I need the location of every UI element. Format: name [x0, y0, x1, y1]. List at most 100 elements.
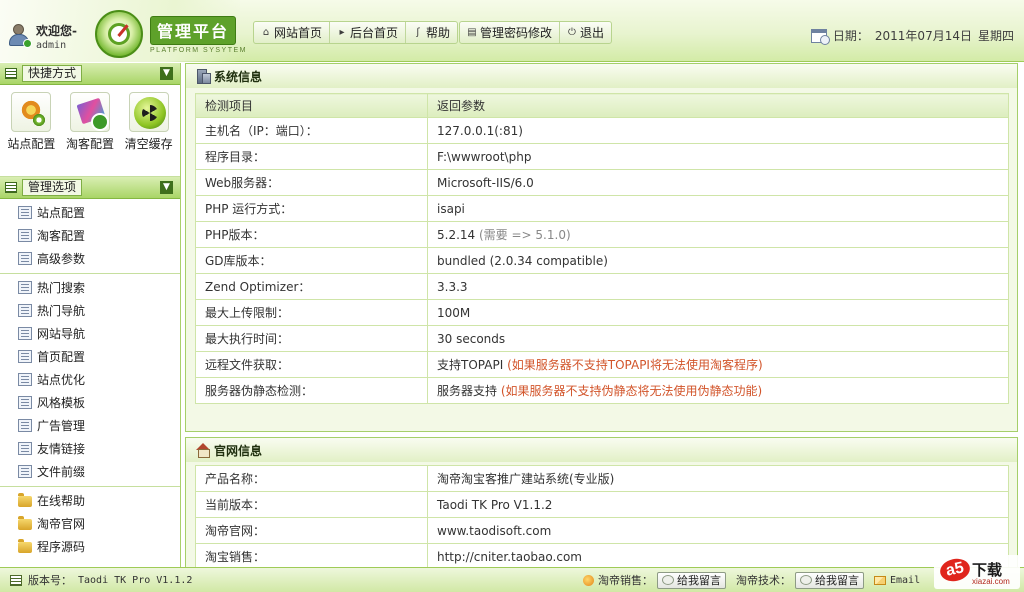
- warning-note: (如果服务器不支持伪静态将无法使用伪静态功能): [500, 384, 763, 398]
- sales-label: 淘帝销售：: [598, 574, 653, 587]
- folder-icon: [18, 493, 32, 507]
- table-row: GD库版本： bundled (2.0.34 compatible): [195, 247, 1009, 274]
- taobao-store-link[interactable]: http://cniter.taobao.com: [427, 543, 1009, 567]
- shortcut-site-config[interactable]: 站点配置: [3, 92, 59, 176]
- nav-admin-home[interactable]: ▸ 后台首页: [330, 22, 407, 43]
- top-header: 欢迎您- admin 管理平台 PLATFORM SYSYTEM ⌂ 网站首页 …: [0, 0, 1024, 62]
- table-row: 远程文件获取： 支持TOPAPI (如果服务器不支持TOPAPI将无法使用淘客程序…: [195, 351, 1009, 378]
- welcome-block: 欢迎您- admin: [8, 22, 77, 51]
- account-nav: ▤ 管理密码修改 ⏻ 退出: [459, 21, 613, 44]
- nav-change-password[interactable]: ▤ 管理密码修改: [460, 22, 561, 43]
- collapse-arrow-icon[interactable]: ▼: [160, 67, 173, 80]
- sales-message-button[interactable]: 给我留言: [657, 571, 726, 589]
- sidebar-item-hot-nav[interactable]: 热门导航: [0, 299, 180, 322]
- tech-contact: 淘帝技术： 给我留言: [736, 571, 864, 589]
- sidebar-item-label: 热门导航: [37, 304, 86, 318]
- nav-site-home[interactable]: ⌂ 网站首页: [254, 22, 331, 43]
- main-content: 系统信息 检测项目 返回参数 主机名（IP：端口）： 127.0.0.1(:81)…: [182, 63, 1024, 567]
- official-site-link[interactable]: www.taodisoft.com: [427, 517, 1009, 544]
- tech-label: 淘帝技术：: [736, 574, 791, 587]
- table-row: 当前版本： Taodi TK Pro V1.1.2: [195, 491, 1009, 518]
- logo-icon: [95, 10, 143, 58]
- sidebar-item-file-prefix[interactable]: 文件前缀: [0, 460, 180, 483]
- row-key: PHP版本：: [195, 221, 428, 248]
- nav-help[interactable]: ʃ 帮助: [406, 22, 457, 43]
- watermark-site: xiazai.com: [972, 577, 1010, 586]
- quick-shortcuts-header[interactable]: 快捷方式 ▼: [0, 63, 180, 85]
- collapse-arrow-icon[interactable]: ▼: [160, 181, 173, 194]
- table-header-row: 检测项目 返回参数: [195, 93, 1009, 118]
- server-icon: [195, 69, 211, 84]
- date-label: 日期：: [832, 29, 869, 43]
- primary-nav: ⌂ 网站首页 ▸ 后台首页 ʃ 帮助: [253, 21, 459, 44]
- row-key: 最大执行时间：: [195, 325, 428, 352]
- column-header: 返回参数: [427, 93, 1009, 118]
- table-row: 最大上传限制： 100M: [195, 299, 1009, 326]
- house-icon: [195, 443, 210, 458]
- column-header: 检测项目: [195, 93, 428, 118]
- folder-icon: [18, 516, 32, 530]
- document-icon: [18, 206, 32, 219]
- date-display: 日期： 2011年07月14日 星期四: [810, 27, 1014, 45]
- row-key: PHP 运行方式：: [195, 195, 428, 222]
- version-label: 版本号：: [28, 574, 72, 587]
- sidebar-item-label: 网站导航: [37, 327, 86, 341]
- table-row: PHP 运行方式： isapi: [195, 195, 1009, 222]
- warning-note: (如果服务器不支持TOPAPI将无法使用淘客程序): [507, 358, 763, 372]
- play-icon: ▸: [339, 27, 345, 38]
- requirement-note: (需要 => 5.1.0): [479, 228, 571, 242]
- sidebar-item-source-code[interactable]: 程序源码: [0, 535, 180, 558]
- table-row: 服务器伪静态检测： 服务器支持 (如果服务器不支持伪静态将无法使用伪静态功能): [195, 377, 1009, 404]
- user-icon: [8, 22, 32, 48]
- sidebar-item-seo[interactable]: 站点优化: [0, 368, 180, 391]
- document-icon: [18, 281, 32, 294]
- manage-options-header[interactable]: 管理选项 ▼: [0, 177, 180, 199]
- watermark-logo: a5 下载 xiazai.com: [934, 555, 1020, 589]
- folder-icon: [18, 539, 32, 553]
- tech-message-button[interactable]: 给我留言: [795, 571, 864, 589]
- sidebar-item-templates[interactable]: 风格模板: [0, 391, 180, 414]
- sidebar-item-home-config[interactable]: 首页配置: [0, 345, 180, 368]
- sidebar-item-site-config[interactable]: 站点配置: [0, 201, 180, 224]
- document-icon: [18, 465, 32, 478]
- watermark-a5-logo: a5: [938, 556, 972, 584]
- sidebar-item-label: 在线帮助: [37, 494, 86, 508]
- list-icon: [5, 68, 17, 79]
- list-icon: [5, 182, 17, 193]
- sidebar-item-site-nav[interactable]: 网站导航: [0, 322, 180, 345]
- home-icon: ⌂: [262, 27, 270, 38]
- row-value: 服务器支持: [437, 384, 498, 398]
- sidebar-item-label: 首页配置: [37, 350, 86, 364]
- username: admin: [36, 40, 67, 51]
- row-value: F:\wwwroot\php: [427, 143, 1009, 170]
- brand: 管理平台 PLATFORM SYSYTEM: [150, 16, 247, 54]
- email-contact[interactable]: Email: [874, 575, 920, 586]
- nav-logout[interactable]: ⏻ 退出: [560, 22, 611, 43]
- panel-title: 官网信息: [214, 443, 263, 458]
- sidebar-item-taoke-config[interactable]: 淘客配置: [0, 224, 180, 247]
- sidebar-item-hot-search[interactable]: 热门搜索: [0, 276, 180, 299]
- document-icon: [18, 373, 32, 386]
- sidebar-item-ads[interactable]: 广告管理: [0, 414, 180, 437]
- password-icon: ▤: [467, 27, 477, 38]
- contact-icon: [583, 574, 594, 586]
- sales-contact: 淘帝销售： 给我留言: [583, 571, 726, 589]
- row-value-cell: 服务器支持 (如果服务器不支持伪静态将无法使用伪静态功能): [427, 377, 1009, 404]
- sidebar-item-links[interactable]: 友情链接: [0, 437, 180, 460]
- document-icon: [18, 396, 32, 409]
- row-value-cell: 5.2.14 (需要 => 5.1.0): [427, 221, 1009, 248]
- sidebar-item-advanced[interactable]: 高级参数: [0, 247, 180, 270]
- table-row: Zend Optimizer： 3.3.3: [195, 273, 1009, 300]
- shortcut-taoke-config[interactable]: 淘客配置: [62, 92, 118, 176]
- sidebar-item-online-help[interactable]: 在线帮助: [0, 489, 180, 512]
- calendar-icon: [810, 28, 830, 45]
- document-icon: [18, 304, 32, 317]
- table-row: 主机名（IP：端口）： 127.0.0.1(:81): [195, 117, 1009, 144]
- sidebar-item-official-site[interactable]: 淘帝官网: [0, 512, 180, 535]
- sidebar-item-label: 热门搜索: [37, 281, 86, 295]
- row-key: GD库版本：: [195, 247, 428, 274]
- row-value: isapi: [427, 195, 1009, 222]
- date-value: 2011年07月14日: [874, 29, 972, 43]
- table-row: 程序目录： F:\wwwroot\php: [195, 143, 1009, 170]
- shortcut-clear-cache[interactable]: 清空缓存: [121, 92, 177, 176]
